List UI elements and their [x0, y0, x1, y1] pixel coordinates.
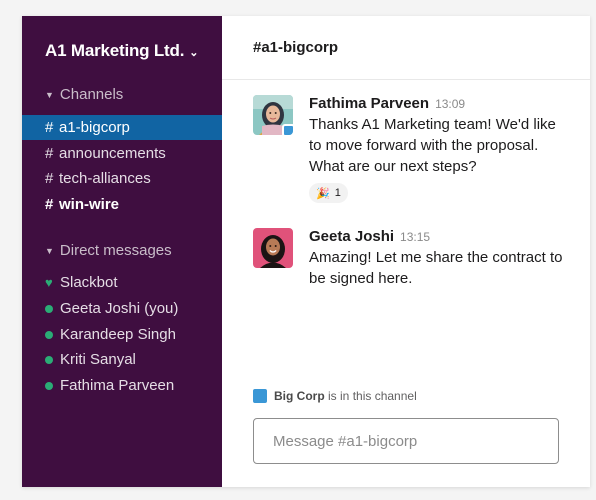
- channel-header: #a1-bigcorp: [222, 16, 590, 80]
- message-text: Amazing! Let me share the contract to be…: [309, 249, 563, 287]
- sidebar-dm-geeta-joshi[interactable]: Geeta Joshi (you): [22, 296, 222, 321]
- dm-label: Slackbot: [60, 274, 118, 291]
- dm-section-label: Direct messages: [59, 242, 172, 259]
- channels-section-label: Channels: [59, 86, 124, 103]
- hash-icon: #: [45, 119, 54, 136]
- external-org-badge: [282, 124, 293, 135]
- workspace-name: A1 Marketing Ltd.: [45, 41, 185, 60]
- message-text: Thanks A1 Marketing team! We'd like to m…: [309, 116, 556, 175]
- external-org-name[interactable]: Big Corp: [274, 389, 325, 403]
- sidebar-dm-slackbot[interactable]: ♥ Slackbot: [22, 270, 222, 295]
- sender-name[interactable]: Fathima Parveen: [309, 95, 429, 112]
- avatar[interactable]: [253, 95, 293, 135]
- external-org-notice: Big Corp is in this channel: [253, 389, 417, 403]
- hash-icon: #: [45, 196, 54, 213]
- sidebar-channel-a1-bigcorp[interactable]: # a1-bigcorp: [22, 115, 222, 140]
- reaction-pill[interactable]: 🎉 1: [309, 183, 348, 203]
- message-content: Geeta Joshi 13:15 Amazing! Let me share …: [309, 228, 570, 289]
- sidebar: A1 Marketing Ltd. ⌄ ▼ Channels # a1-bigc…: [22, 16, 222, 487]
- avatar[interactable]: [253, 228, 293, 268]
- sender-name[interactable]: Geeta Joshi: [309, 228, 394, 245]
- presence-dot-icon: [45, 304, 53, 313]
- sidebar-dm-kriti-sanyal[interactable]: Kriti Sanyal: [22, 347, 222, 372]
- sidebar-channel-win-wire[interactable]: # win-wire: [22, 192, 222, 217]
- channel-label: announcements: [59, 145, 166, 162]
- app-window: A1 Marketing Ltd. ⌄ ▼ Channels # a1-bigc…: [22, 16, 590, 487]
- dm-label: Karandeep Singh: [60, 326, 176, 343]
- channel-pane: #a1-bigcorp Fathima Parveen 13:09 Thanks…: [222, 16, 590, 487]
- channel-label: win-wire: [59, 196, 120, 213]
- message-content: Fathima Parveen 13:09 Thanks A1 Marketin…: [309, 95, 570, 203]
- channels-section-header[interactable]: ▼ Channels: [45, 86, 123, 103]
- presence-dot-icon: [45, 330, 53, 339]
- dm-section-header[interactable]: ▼ Direct messages: [45, 242, 172, 259]
- presence-dot-icon: [45, 381, 53, 390]
- channel-label: tech-alliances: [59, 170, 151, 187]
- heart-icon: ♥: [45, 275, 53, 290]
- external-org-suffix: is in this channel: [328, 389, 417, 403]
- org-badge-icon: [253, 389, 267, 403]
- caret-down-icon: ▼: [45, 89, 54, 100]
- caret-down-icon: ▼: [45, 245, 54, 256]
- sidebar-channel-announcements[interactable]: # announcements: [22, 141, 222, 166]
- channel-title[interactable]: #a1-bigcorp: [253, 39, 338, 56]
- dm-label: Geeta Joshi (you): [60, 300, 179, 317]
- message-timestamp[interactable]: 13:09: [435, 97, 465, 111]
- sidebar-dm-fathima-parveen[interactable]: Fathima Parveen: [22, 373, 222, 398]
- reaction-count: 1: [334, 187, 341, 199]
- hash-icon: #: [45, 170, 54, 187]
- hash-icon: #: [45, 145, 54, 162]
- sidebar-dm-karandeep-singh[interactable]: Karandeep Singh: [22, 322, 222, 347]
- message-input[interactable]: [253, 418, 559, 464]
- dm-label: Kriti Sanyal: [60, 351, 136, 368]
- dm-label: Fathima Parveen: [60, 377, 175, 394]
- workspace-switcher[interactable]: A1 Marketing Ltd. ⌄: [45, 41, 198, 61]
- chevron-down-icon: ⌄: [189, 46, 199, 59]
- message-timestamp[interactable]: 13:15: [400, 230, 430, 244]
- sidebar-channel-tech-alliances[interactable]: # tech-alliances: [22, 166, 222, 191]
- party-popper-icon: 🎉: [316, 187, 330, 200]
- channel-label: a1-bigcorp: [59, 119, 130, 136]
- presence-dot-icon: [45, 355, 53, 364]
